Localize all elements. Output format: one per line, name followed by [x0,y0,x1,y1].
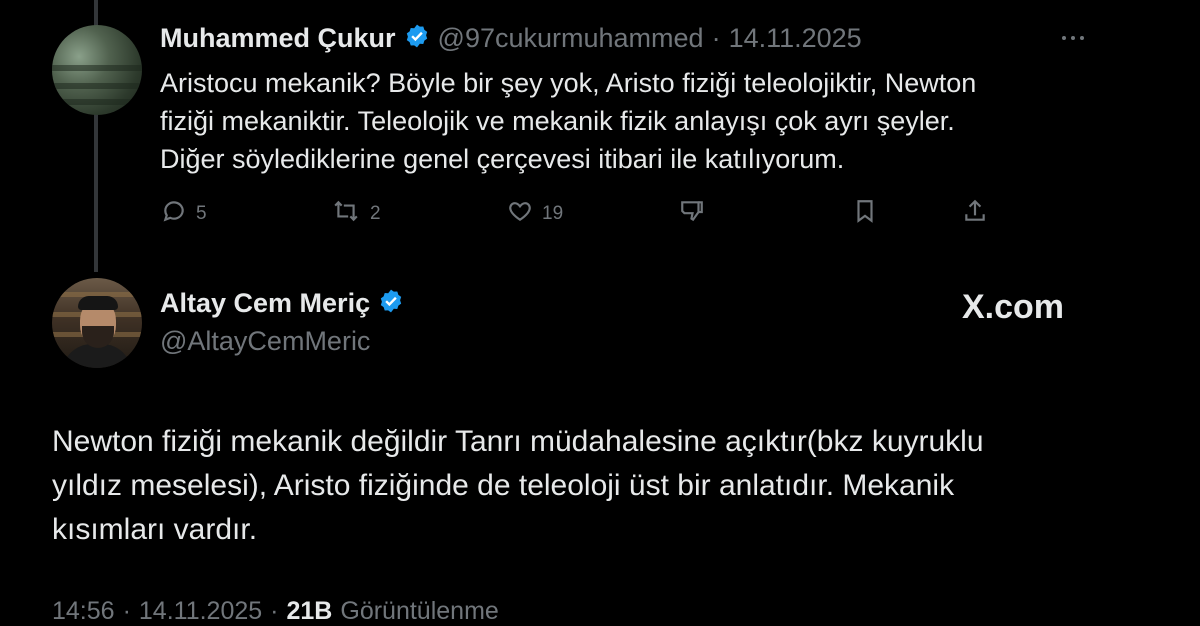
thumbs-down-icon [678,198,706,230]
reply-header: Muhammed Çukur @97cukurmuhammed · 14.11.… [160,23,862,54]
like-action-button[interactable]: 19 [506,198,563,230]
author-name[interactable]: Muhammed Çukur [160,23,396,54]
bookmark-icon [852,198,878,230]
verified-badge-icon [378,288,404,319]
text-line: Diğer söylediklerine genel çerçevesi iti… [160,144,845,174]
repost-count: 2 [370,203,381,224]
repost-action-button[interactable]: 2 [330,198,381,230]
text-line: fiziği mekaniktir. Teleolojik ve mekanik… [160,106,955,136]
views-count: 21B [286,597,333,625]
separator: · [122,597,131,625]
more-options-icon[interactable] [1059,28,1087,53]
tweet-meta: 14:56 · 14.11.2025 · 21B Görüntülenme [52,597,499,626]
text-line: Aristocu mekanik? Böyle bir şey yok, Ari… [160,68,977,98]
bookmark-action-button[interactable] [852,198,878,230]
reply-icon [160,198,188,230]
separator: · [711,23,721,53]
tweet-time[interactable]: 14:56 [52,597,115,626]
tweet-date[interactable]: 14.11.2025 [729,23,862,54]
views-label: Görüntülenme [340,597,499,625]
downvote-action-button[interactable] [678,198,706,230]
like-count: 19 [542,203,564,224]
author-name[interactable]: Altay Cem Meriç [160,288,370,319]
tweet-date[interactable]: 14.11.2025 [139,597,262,626]
author-handle[interactable]: @AltayCemMeric [160,326,370,357]
avatar[interactable] [52,278,142,368]
text-line: Newton fiziği mekanik değildir Tanrı müd… [52,425,984,458]
reply-action-button[interactable]: 5 [160,198,207,230]
main-tweet-text: Newton fiziği mekanik değildir Tanrı müd… [52,420,1172,552]
share-icon [962,198,988,230]
heart-icon [506,198,534,230]
reply-text: Aristocu mekanik? Böyle bir şey yok, Ari… [160,64,1160,178]
text-line: kısımları vardır. [52,513,258,546]
x-com-watermark: X.com [962,288,1065,326]
verified-badge-icon [404,23,430,54]
author-handle[interactable]: @97cukurmuhammed [438,23,704,54]
repost-icon [330,198,362,230]
avatar[interactable] [52,25,142,115]
separator: · [270,597,279,625]
text-line: yıldız meselesi), Aristo fiziğinde de te… [52,469,955,502]
share-action-button[interactable] [962,198,988,230]
main-author-row: Altay Cem Meriç [160,288,404,319]
reply-count: 5 [196,203,207,224]
